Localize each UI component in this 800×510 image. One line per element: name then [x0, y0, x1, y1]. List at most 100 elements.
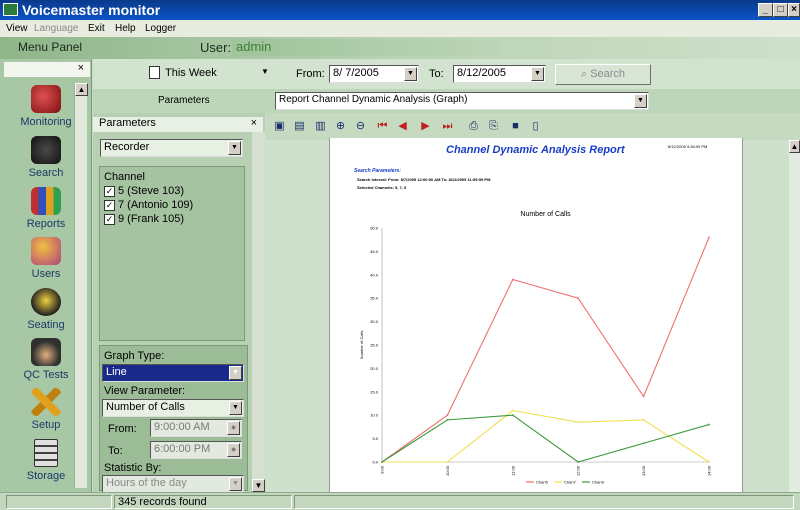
chevron-down-icon[interactable]: ▼ [261, 67, 269, 76]
time-to-value: 6:00:00 PM [154, 443, 211, 455]
storage-icon [34, 439, 58, 467]
data-point [511, 278, 514, 281]
channel-item[interactable]: ✓ 7 (Antonio 109) [104, 199, 193, 211]
report-toolbar: Parameters Report Channel Dynamic Analys… [93, 89, 800, 113]
user-label: User: [200, 40, 232, 55]
prev-page-icon[interactable]: ◀ [396, 120, 409, 132]
viewer-scrollbar[interactable]: ▲ [789, 140, 800, 492]
chevron-down-icon[interactable]: ▼ [404, 67, 417, 81]
minimize-button[interactable]: _ [758, 3, 773, 17]
window-title: Voicemaster monitor [22, 2, 161, 18]
status-pane-left [6, 495, 112, 509]
series-line-chan7 [382, 409, 710, 463]
time-to-label: To: [108, 445, 123, 457]
legend-label: Chan5 [536, 480, 549, 485]
channel-item[interactable]: ✓ 9 (Frank 105) [104, 213, 184, 225]
menu-help[interactable]: Help [115, 23, 136, 34]
page-setup-icon[interactable]: ▥ [314, 120, 327, 132]
last-page-icon[interactable]: ⏭ [441, 120, 454, 132]
chevron-down-icon[interactable]: ▼ [531, 67, 544, 81]
menu-logger[interactable]: Logger [145, 23, 176, 34]
x-tick-label: 13:00 [641, 465, 646, 476]
save-icon[interactable]: ■ [509, 120, 522, 132]
document-icon[interactable]: ▯ [529, 120, 542, 132]
data-point [381, 461, 383, 463]
search-icon: ⌕ [580, 68, 588, 80]
menu-language[interactable]: Language [34, 23, 79, 34]
x-tick-label: 12:00 [576, 465, 581, 476]
chevron-down-icon[interactable]: ▼ [229, 477, 242, 491]
phone-icon [31, 85, 61, 113]
scroll-up-icon[interactable]: ▲ [75, 83, 88, 96]
checkbox-checked-icon[interactable]: ✓ [104, 213, 115, 225]
x-tick-label: 9:00 [380, 465, 385, 474]
checkbox-checked-icon[interactable]: ✓ [104, 185, 115, 197]
zoom-out-icon[interactable]: ⊖ [354, 120, 367, 132]
statistic-value: Hours of the day [106, 477, 187, 489]
x-tick-label: 10:00 [445, 465, 450, 476]
y-tick-label: 25.0 [370, 343, 379, 348]
view-parameter-select[interactable]: Number of Calls ▼ [102, 399, 244, 417]
report-select[interactable]: Report Channel Dynamic Analysis (Graph) … [275, 92, 649, 110]
search-params-line1: Search Interval: From: 8/7/2005 12:00:00… [357, 177, 491, 182]
source-select[interactable]: Recorder ▼ [100, 139, 243, 157]
chart-title: Number of Calls [520, 211, 571, 218]
channel-item-label: 9 (Frank 105) [118, 213, 185, 225]
channel-list: Channel ✓ 5 (Steve 103) ✓ 7 (Antonio 109) … [99, 166, 245, 341]
x-tick-label: 14:00 [707, 465, 712, 476]
spinner-icon[interactable]: ◆ [227, 421, 240, 435]
time-from-value: 9:00:00 AM [154, 421, 210, 433]
period-select[interactable]: This Week [165, 67, 217, 79]
time-from-input[interactable]: 9:00:00 AM ◆ [150, 419, 242, 437]
next-page-icon[interactable]: ▶ [419, 120, 432, 132]
graph-type-select[interactable]: Line ▼ [102, 364, 244, 382]
chevron-down-icon[interactable]: ▼ [228, 141, 241, 155]
y-tick-label: 10.0 [370, 413, 379, 418]
parameters-scrollbar[interactable]: ▼ [252, 132, 265, 492]
parameters-title: Parameters [99, 117, 156, 129]
data-point [708, 461, 710, 463]
zoom-in-icon[interactable]: ⊕ [334, 120, 347, 132]
y-axis-label: Number of Calls [359, 331, 364, 360]
scroll-up-icon[interactable]: ▲ [789, 140, 800, 153]
y-tick-label: 5.0 [372, 436, 378, 441]
spinner-icon[interactable]: ◆ [227, 443, 240, 457]
checkbox-checked-icon[interactable]: ✓ [104, 199, 115, 211]
time-to-input[interactable]: 6:00:00 PM ◆ [150, 441, 242, 459]
export-icon[interactable]: ▣ [273, 120, 286, 132]
channel-item[interactable]: ✓ 5 (Steve 103) [104, 185, 184, 197]
maximize-button[interactable]: □ [773, 3, 788, 17]
to-date-input[interactable]: 8/12/2005 ▼ [453, 65, 546, 83]
scroll-down-icon[interactable]: ▼ [252, 479, 265, 492]
close-button[interactable]: × [788, 3, 800, 17]
print-icon[interactable]: ⎙ [467, 120, 480, 132]
status-pane-right [294, 495, 794, 509]
data-point [446, 418, 449, 421]
series-line-chan9 [381, 414, 710, 463]
menu-panel-scrollbar[interactable]: ▲ [74, 83, 88, 488]
headset-icon [31, 288, 61, 316]
status-records: 345 records found [114, 495, 292, 509]
close-icon[interactable]: × [78, 62, 84, 74]
binoculars-icon [31, 136, 61, 164]
close-icon[interactable]: × [251, 117, 257, 129]
menu-view[interactable]: View [6, 23, 28, 34]
y-tick-label: 45.0 [370, 249, 379, 254]
y-tick-label: 30.0 [370, 319, 379, 324]
menu-exit[interactable]: Exit [88, 23, 105, 34]
layout-icon[interactable]: ▤ [293, 120, 306, 132]
y-tick-label: 40.0 [370, 272, 379, 277]
reports-icon [31, 187, 61, 215]
print-setup-icon[interactable]: ⎘ [487, 120, 500, 132]
from-date-input[interactable]: 8/ 7/2005 ▼ [329, 65, 419, 83]
search-button[interactable]: ⌕ Search [555, 64, 651, 85]
data-point [708, 423, 710, 426]
graph-type-value: Line [106, 366, 127, 378]
first-page-icon[interactable]: ⏮ [376, 120, 389, 132]
chevron-down-icon[interactable]: ▼ [634, 94, 647, 108]
chevron-down-icon[interactable]: ▼ [229, 401, 242, 415]
chevron-down-icon[interactable]: ▼ [229, 366, 242, 380]
statistic-select[interactable]: Hours of the day ▼ [102, 475, 244, 493]
data-point [511, 414, 514, 417]
to-date-value: 8/12/2005 [457, 67, 506, 79]
